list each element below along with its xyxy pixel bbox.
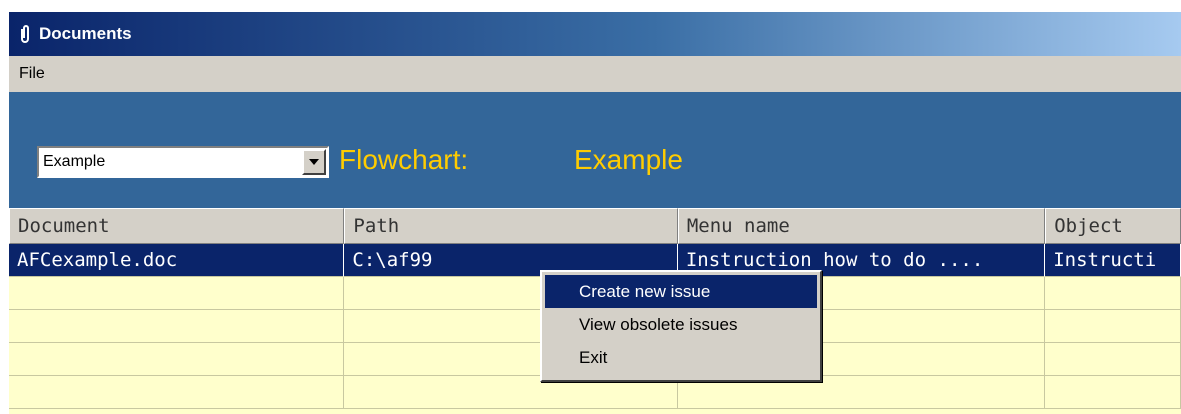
column-header-menu-name[interactable]: Menu name: [677, 208, 1046, 244]
title-bar[interactable]: Documents: [9, 12, 1181, 56]
column-header-object[interactable]: Object: [1045, 208, 1181, 244]
cell-object[interactable]: [1045, 277, 1181, 310]
context-menu: Create new issue View obsolete issues Ex…: [540, 270, 822, 382]
cell-document[interactable]: AFCexample.doc: [9, 244, 345, 277]
flowchart-name: Example: [574, 144, 683, 175]
cell-object[interactable]: [1045, 343, 1181, 376]
menu-item-create-new-issue[interactable]: Create new issue: [545, 275, 817, 308]
cell-object[interactable]: [1045, 310, 1181, 343]
chevron-down-icon: [309, 159, 319, 165]
column-header-path[interactable]: Path: [344, 208, 678, 244]
flowchart-label: Flowchart:: [339, 144, 469, 175]
menu-item-view-obsolete-issues[interactable]: View obsolete issues: [545, 308, 817, 341]
window-title: Documents: [39, 24, 132, 43]
cell-object[interactable]: Instructi: [1045, 244, 1181, 277]
menu-file[interactable]: File: [9, 65, 45, 83]
cell-object[interactable]: [1045, 376, 1181, 409]
column-header-document[interactable]: Document: [9, 208, 345, 244]
cell-document[interactable]: [9, 277, 345, 310]
cell-document[interactable]: [9, 343, 345, 376]
flowchart-panel: Example Flowchart: Example: [9, 92, 1181, 208]
menu-bar: File: [9, 56, 1181, 92]
menu-item-exit[interactable]: Exit: [545, 341, 817, 374]
paperclip-icon: [17, 23, 33, 45]
dropdown-button[interactable]: [302, 149, 326, 175]
cell-document[interactable]: [9, 376, 345, 409]
combo-value: Example: [43, 153, 106, 170]
grid-header: Document Path Menu name Object: [9, 208, 1181, 244]
flowchart-combo[interactable]: Example: [37, 146, 329, 178]
cell-document[interactable]: [9, 310, 345, 343]
